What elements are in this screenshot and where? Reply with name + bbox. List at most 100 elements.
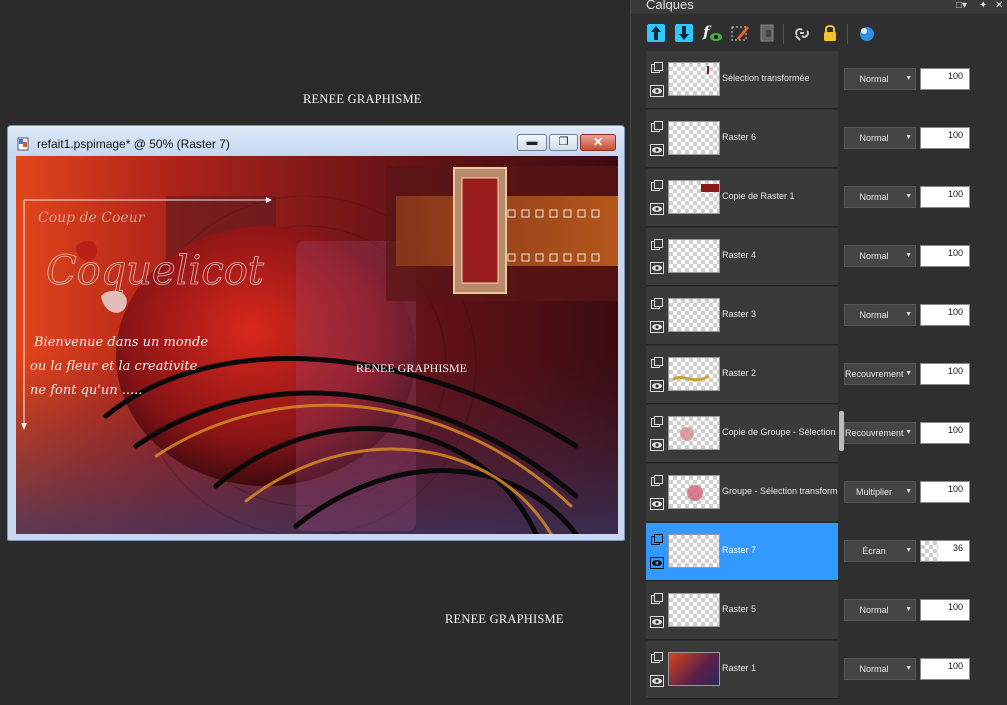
visibility-eye-icon[interactable] xyxy=(650,675,664,687)
opacity-field[interactable]: 100 xyxy=(920,599,970,621)
layer-row-selected[interactable]: Raster 7 Écran ▼ 36 xyxy=(646,523,1007,582)
minimize-button[interactable]: ▬ xyxy=(517,134,547,151)
layer-thumbnail xyxy=(668,180,720,214)
layer-name: Raster 5 xyxy=(722,604,757,614)
blend-mode-select[interactable]: Normal ▼ xyxy=(844,658,916,680)
lock-transparency-icon[interactable] xyxy=(819,22,841,44)
blend-mode-select[interactable]: Normal ▼ xyxy=(844,304,916,326)
layer-row[interactable]: Raster 5 Normal ▼ 100 xyxy=(646,582,1007,641)
document-title: refait1.pspimage* @ 50% (Raster 7) xyxy=(37,137,230,151)
opacity-field[interactable]: 36 xyxy=(920,540,970,562)
move-layer-down-icon[interactable] xyxy=(673,22,695,44)
document-window[interactable]: refait1.pspimage* @ 50% (Raster 7) ▬ ❐ ✕ xyxy=(7,125,625,541)
blend-mode-select[interactable]: Normal ▼ xyxy=(844,245,916,267)
dropdown-arrow-icon: ▼ xyxy=(905,193,912,200)
panel-pin-icon[interactable]: ✦ xyxy=(979,0,987,11)
panel-close-icon[interactable]: ✕ xyxy=(995,0,1003,11)
opacity-field[interactable]: 100 xyxy=(920,363,970,385)
blend-mode-select[interactable]: Normal ▼ xyxy=(844,127,916,149)
visibility-eye-icon[interactable] xyxy=(650,203,664,215)
layer-item[interactable]: Raster 1 xyxy=(646,641,838,699)
edit-selection-icon[interactable] xyxy=(729,22,751,44)
layer-name: Raster 4 xyxy=(722,250,757,260)
visibility-eye-icon[interactable] xyxy=(650,85,664,97)
layer-row[interactable]: Raster 3 Normal ▼ 100 xyxy=(646,287,1007,346)
layer-row[interactable]: Copie de Groupe - Sélection t Recouvreme… xyxy=(646,405,1007,464)
layer-item[interactable]: Raster 6 xyxy=(646,110,838,168)
dropdown-arrow-icon: ▼ xyxy=(905,75,912,82)
blend-mode-select[interactable]: Normal ▼ xyxy=(844,68,916,90)
layer-item[interactable]: Raster 7 xyxy=(646,523,838,581)
panel-title: Calques xyxy=(646,0,694,12)
blend-mode-select[interactable]: Recouvrement ▼ xyxy=(844,422,916,444)
visibility-eye-icon[interactable] xyxy=(650,144,664,156)
layer-row[interactable]: Raster 1 Normal ▼ 100 xyxy=(646,641,1007,700)
layer-group-icon xyxy=(651,121,663,132)
opacity-field[interactable]: 100 xyxy=(920,186,970,208)
layer-item[interactable]: Copie de Groupe - Sélection t xyxy=(646,405,838,463)
layer-thumbnail xyxy=(668,593,720,627)
canvas-signature-small: Coup de Coeur xyxy=(38,210,146,226)
restore-button[interactable]: ❐ xyxy=(549,134,578,151)
opacity-field[interactable]: 100 xyxy=(920,127,970,149)
link-layers-icon[interactable] xyxy=(791,22,813,44)
opacity-field[interactable]: 100 xyxy=(920,658,970,680)
visibility-eye-icon[interactable] xyxy=(650,380,664,392)
layers-splitter-handle[interactable] xyxy=(839,411,844,451)
layer-properties-icon[interactable] xyxy=(757,22,779,44)
close-button[interactable]: ✕ xyxy=(580,134,616,151)
layer-name: Copie de Groupe - Sélection t xyxy=(722,427,838,437)
dropdown-arrow-icon: ▼ xyxy=(905,311,912,318)
opacity-field[interactable]: 100 xyxy=(920,422,970,444)
layer-group-icon xyxy=(651,416,663,427)
layer-thumbnail xyxy=(668,475,720,509)
opacity-field[interactable]: 100 xyxy=(920,245,970,267)
layer-name: Groupe - Sélection transforme xyxy=(722,486,838,496)
blend-mode-select[interactable]: Multiplier ▼ xyxy=(844,481,916,503)
layer-group-icon xyxy=(651,475,663,486)
layer-item[interactable]: Copie de Raster 1 xyxy=(646,169,838,227)
layer-row[interactable]: Raster 6 Normal ▼ 100 xyxy=(646,110,1007,169)
layer-item[interactable]: Raster 2 xyxy=(646,346,838,404)
image-canvas[interactable]: Coup de Coeur Coquelicot Bienvenue dans … xyxy=(16,156,618,534)
close-icon: ✕ xyxy=(592,135,604,149)
blend-mode-select[interactable]: Normal ▼ xyxy=(844,186,916,208)
panel-restore-icon[interactable]: □▾ xyxy=(956,0,967,11)
dropdown-arrow-icon: ▼ xyxy=(905,665,912,672)
layer-group-icon xyxy=(651,180,663,191)
layer-row[interactable]: Raster 2 Recouvrement ▼ 100 xyxy=(646,346,1007,405)
dropdown-arrow-icon: ▼ xyxy=(905,606,912,613)
layer-name: Raster 2 xyxy=(722,368,757,378)
blend-mode-select[interactable]: Normal ▼ xyxy=(844,599,916,621)
layer-thumbnail xyxy=(668,62,720,96)
dropdown-arrow-icon: ▼ xyxy=(905,370,912,377)
layer-item[interactable]: Sélection transformée xyxy=(646,51,838,109)
layer-item[interactable]: Raster 3 xyxy=(646,287,838,345)
layer-row[interactable]: Sélection transformée Normal ▼ 100 xyxy=(646,51,1007,110)
visibility-eye-icon[interactable] xyxy=(650,498,664,510)
visibility-eye-icon[interactable] xyxy=(650,439,664,451)
layer-row[interactable]: Copie de Raster 1 Normal ▼ 100 xyxy=(646,169,1007,228)
visibility-eye-icon[interactable] xyxy=(650,557,664,569)
blend-mode-select[interactable]: Recouvrement ▼ xyxy=(844,363,916,385)
document-titlebar[interactable]: refait1.pspimage* @ 50% (Raster 7) ▬ ❐ ✕ xyxy=(8,126,624,158)
blend-mode-select[interactable]: Écran ▼ xyxy=(844,540,916,562)
visibility-eye-icon[interactable] xyxy=(650,616,664,628)
layer-effects-icon[interactable]: f xyxy=(701,22,723,44)
visibility-eye-icon[interactable] xyxy=(650,321,664,333)
opacity-field[interactable]: 100 xyxy=(920,481,970,503)
canvas-text-line-1: Bienvenue dans un monde xyxy=(33,335,208,350)
dropdown-arrow-icon: ▼ xyxy=(905,547,912,554)
layer-item[interactable]: Raster 4 xyxy=(646,228,838,286)
layer-item[interactable]: Raster 5 xyxy=(646,582,838,640)
layer-row[interactable]: Groupe - Sélection transforme Multiplier… xyxy=(646,464,1007,523)
move-layer-up-icon[interactable] xyxy=(645,22,667,44)
mask-icon[interactable] xyxy=(855,22,877,44)
opacity-field[interactable]: 100 xyxy=(920,68,970,90)
opacity-field[interactable]: 100 xyxy=(920,304,970,326)
layer-item[interactable]: Groupe - Sélection transforme xyxy=(646,464,838,522)
restore-icon: ❐ xyxy=(558,136,569,148)
visibility-eye-icon[interactable] xyxy=(650,262,664,274)
layer-row[interactable]: Raster 4 Normal ▼ 100 xyxy=(646,228,1007,287)
layers-panel: Calques □▾ ✦ ✕ f Sélection transformée N… xyxy=(630,0,1007,705)
